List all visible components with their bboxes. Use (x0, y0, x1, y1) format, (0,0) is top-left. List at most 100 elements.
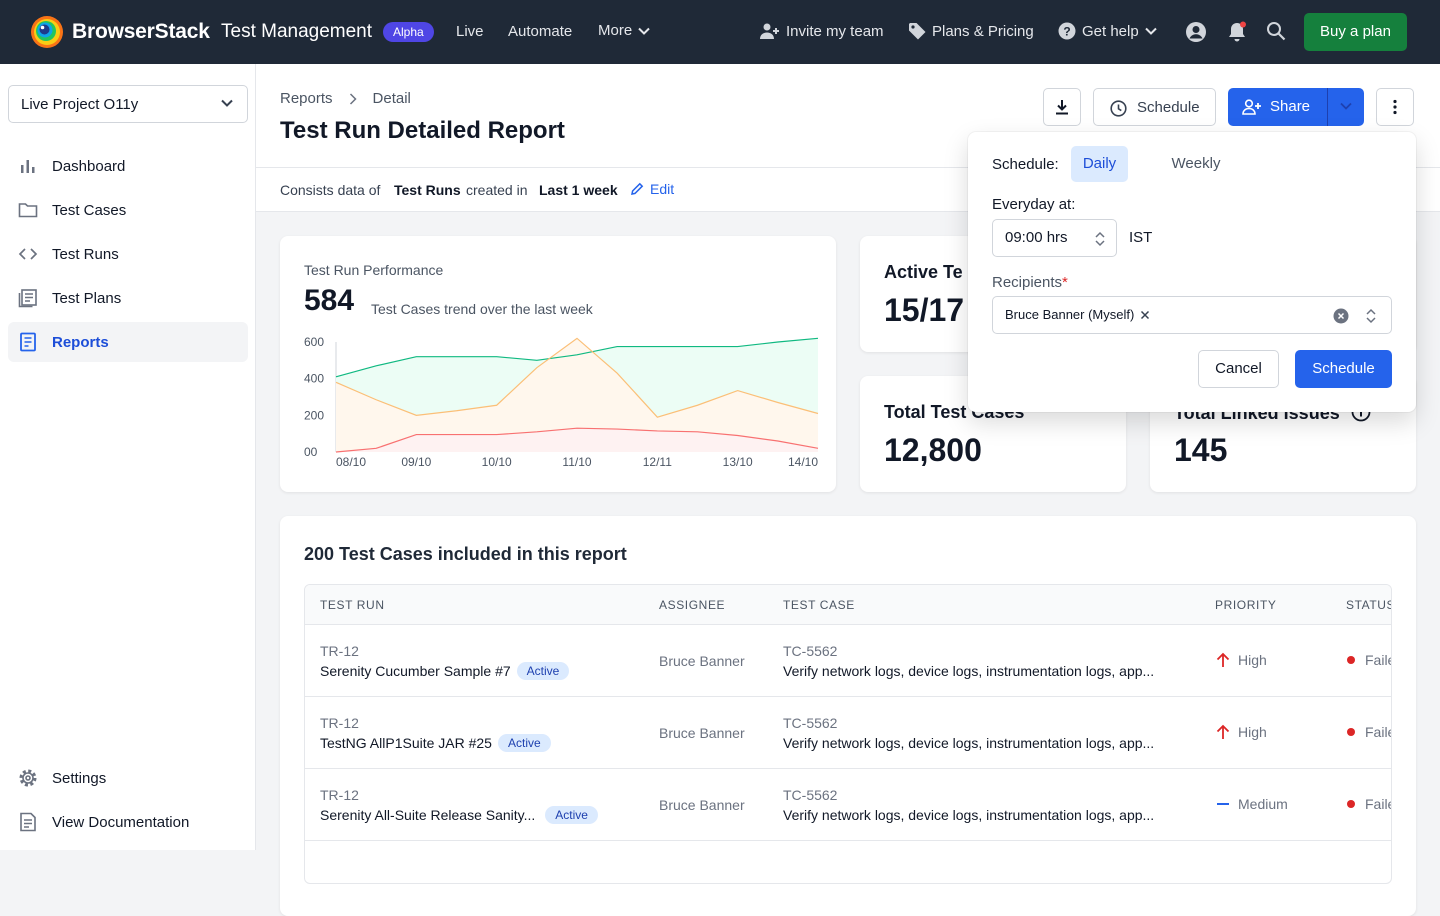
sidebar: Live Project O11y Dashboard Test Cases T… (0, 64, 256, 850)
sidebar-item-reports[interactable]: Reports (8, 322, 248, 362)
run-name[interactable]: Serenity Cucumber Sample #7 (320, 663, 511, 679)
filter-mid: created in (466, 182, 528, 198)
column-header-assignee[interactable]: ASSIGNEE (659, 585, 725, 625)
cancel-button[interactable]: Cancel (1198, 350, 1279, 388)
search-icon[interactable] (1266, 21, 1286, 41)
notification-bell-icon[interactable] (1226, 21, 1248, 43)
weekly-option[interactable]: Weekly (1160, 146, 1232, 182)
performance-label: Test Run Performance (304, 262, 444, 278)
status-badge: Active (516, 662, 570, 680)
sidebar-item-test-cases[interactable]: Test Cases (8, 190, 248, 230)
run-name[interactable]: TestNG AllP1Suite JAR #25 (320, 735, 492, 751)
linked-issues-value: 145 (1174, 432, 1228, 468)
daily-option[interactable]: Daily (1071, 146, 1128, 182)
download-button[interactable] (1043, 88, 1081, 126)
alpha-badge: Alpha (383, 22, 434, 42)
test-case-name[interactable]: Verify network logs, device logs, instru… (783, 735, 1154, 751)
priority-label: Medium (1238, 796, 1288, 812)
filter-prefix: Consists data of (280, 182, 381, 198)
nav-more-menu[interactable]: More (598, 22, 650, 39)
assignee: Bruce Banner (659, 653, 745, 669)
sidebar-item-test-plans[interactable]: Test Plans (8, 278, 248, 318)
filter-range: Last 1 week (539, 182, 618, 198)
edit-filter-link[interactable]: Edit (630, 181, 674, 197)
invite-label: Invite my team (786, 22, 884, 40)
performance-area-chart: 600 400 200 00 08/10 09/10 10/10 11/10 12/11 13/1… (304, 335, 818, 469)
test-cases-table-card: 200 Test Cases included in this report T… (280, 516, 1416, 916)
priority-label: High (1238, 652, 1267, 668)
nav-live-link[interactable]: Live (456, 23, 484, 40)
gear-icon (19, 769, 37, 787)
code-icon (18, 248, 38, 260)
share-dropdown-button[interactable] (1327, 88, 1364, 126)
product-name[interactable]: Test Management (221, 21, 372, 43)
schedule-submit-button[interactable]: Schedule (1295, 350, 1392, 388)
tag-icon (909, 23, 926, 40)
recipients-label-text: Recipients (992, 274, 1063, 291)
failed-dot-icon (1347, 656, 1355, 664)
everyday-label: Everyday at: (992, 196, 1076, 213)
run-name[interactable]: Serenity All-Suite Release Sanity... (320, 807, 535, 823)
project-select-value: Live Project O11y (21, 96, 139, 113)
recipients-select[interactable]: Bruce Banner (Myself) (992, 296, 1392, 334)
column-header-test-case[interactable]: TEST CASE (783, 585, 855, 625)
y-tick-label: 00 (304, 445, 318, 459)
x-tick-label: 09/10 (401, 455, 431, 469)
chevron-right-icon (349, 92, 357, 105)
project-select[interactable]: Live Project O11y (8, 85, 248, 123)
schedule-button-label: Schedule (1137, 99, 1200, 116)
run-id: TR-12 (320, 643, 359, 659)
buy-plan-button[interactable]: Buy a plan (1304, 13, 1407, 51)
share-button[interactable]: Share (1228, 88, 1327, 126)
bar-chart-icon (21, 160, 35, 173)
sidebar-item-settings[interactable]: Settings (8, 758, 248, 798)
document-list-icon (18, 289, 37, 308)
more-options-button[interactable] (1376, 88, 1414, 126)
chevron-down-icon (1340, 102, 1352, 110)
sidebar-item-label: Reports (52, 333, 109, 351)
assignee: Bruce Banner (659, 725, 745, 741)
svg-text:?: ? (1063, 25, 1070, 39)
plans-pricing-link[interactable]: Plans & Pricing (908, 22, 1034, 40)
breadcrumb-detail: Detail (372, 90, 411, 107)
performance-value: 584 (304, 284, 355, 317)
failed-dot-icon (1347, 728, 1355, 736)
active-runs-label: Active Te (884, 262, 963, 282)
sidebar-item-test-runs[interactable]: Test Runs (8, 234, 248, 274)
arrow-up-icon (1216, 724, 1230, 739)
get-help-menu[interactable]: ? Get help (1058, 22, 1157, 40)
clear-circle-icon[interactable] (1333, 308, 1349, 324)
breadcrumb-reports[interactable]: Reports (280, 90, 333, 107)
table-row[interactable]: TR-12 TestNG AllP1Suite JAR #25 Active Br… (305, 697, 1391, 769)
table-row[interactable]: TR-12 Serenity All-Suite Release Sanity.… (305, 769, 1391, 841)
column-header-status[interactable]: STATUS (1346, 585, 1391, 625)
edit-label: Edit (650, 181, 675, 197)
document-icon (20, 812, 36, 832)
nav-more-label: More (598, 22, 633, 39)
report-icon (20, 332, 36, 352)
up-down-chevron-icon[interactable] (1365, 307, 1377, 325)
schedule-button[interactable]: Schedule (1093, 88, 1216, 126)
up-down-chevron-icon[interactable] (1094, 230, 1106, 248)
close-icon[interactable] (1140, 310, 1150, 320)
chevron-down-icon (221, 99, 233, 107)
status-cell: Faile (1347, 796, 1391, 812)
total-test-cases-value: 12,800 (884, 432, 982, 468)
priority-cell: Medium (1216, 796, 1288, 812)
sidebar-item-view-documentation[interactable]: View Documentation (8, 802, 248, 842)
test-case-name[interactable]: Verify network logs, device logs, instru… (783, 807, 1154, 823)
table-row[interactable]: TR-12 Serenity Cucumber Sample #7 Active … (305, 625, 1391, 697)
browserstack-logo-icon[interactable] (30, 15, 64, 49)
sidebar-item-dashboard[interactable]: Dashboard (8, 146, 248, 186)
column-header-test-run[interactable]: TEST RUN (320, 585, 385, 625)
column-header-priority[interactable]: PRIORITY (1215, 585, 1276, 625)
y-tick-label: 600 (304, 335, 324, 349)
status-label: Faile (1365, 796, 1391, 812)
nav-automate-link[interactable]: Automate (508, 23, 572, 40)
clock-icon (1110, 100, 1127, 117)
invite-team-link[interactable]: Invite my team (760, 22, 884, 40)
brand-name[interactable]: BrowserStack (72, 20, 210, 44)
time-stepper[interactable]: 09:00 hrs (992, 219, 1117, 257)
user-avatar-icon[interactable] (1185, 21, 1207, 43)
test-case-name[interactable]: Verify network logs, device logs, instru… (783, 663, 1154, 679)
